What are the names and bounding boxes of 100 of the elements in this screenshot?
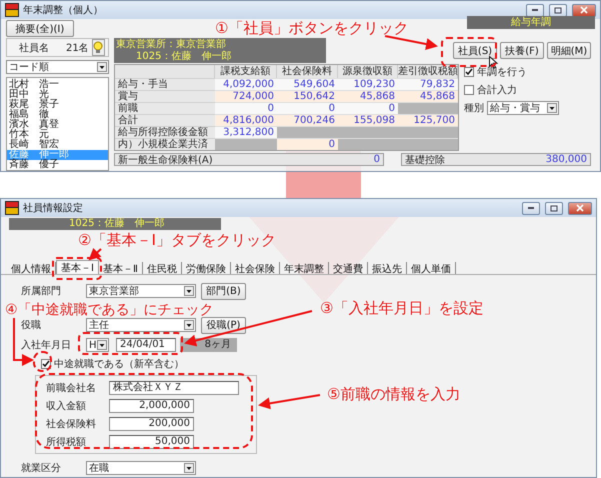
table-cell: 155,098 [338, 114, 398, 126]
table-cell: 0 [277, 138, 338, 150]
table-cell: 4,816,000 [215, 114, 277, 126]
sort-dropdown[interactable]: コード順 [6, 60, 109, 74]
hire-date-label: 入社年月日 [21, 338, 72, 352]
employee-item[interactable]: 濱水 真登 [7, 120, 108, 130]
employee-label: 1025：佐藤 伸一郎 [135, 50, 232, 62]
mid-career-label: 中途就職である（新卒含む） [54, 358, 184, 371]
employment-dropdown[interactable]: 在職 [86, 461, 196, 475]
table-cell: 0 [277, 102, 338, 114]
table-cell: 3,312,800 [215, 126, 277, 138]
office-label: 東京営業所：東京営業部 [115, 38, 227, 50]
tab[interactable]: 交通費 [328, 262, 368, 274]
table-cell: 150,642 [277, 90, 338, 102]
tab[interactable]: 労働保険 [182, 262, 231, 274]
checkbox[interactable] [464, 85, 474, 95]
field-label: 収入金額 [46, 400, 87, 413]
tab[interactable]: 基本－Ⅱ [98, 262, 143, 274]
instruction-note: ⑤前職の情報を入力 [327, 385, 460, 404]
app-icon [5, 3, 19, 17]
hire-date-field[interactable]: 24/04/01 [116, 338, 176, 352]
tab[interactable]: 年末調整 [280, 262, 329, 274]
summary-button[interactable]: 摘要(全)(I) [6, 20, 74, 37]
column-header: 源泉徴収額 [338, 65, 398, 78]
field-label: 社会保険料 [46, 418, 97, 431]
input-field[interactable]: 50,000 [109, 435, 194, 449]
tab[interactable]: 住民税 [142, 262, 182, 274]
maximize-button[interactable] [549, 4, 567, 16]
mode-label: 給与年調 [467, 16, 595, 29]
deduction-label: 新一般生命保険料(A) [118, 154, 213, 166]
action-button[interactable]: 社員(S) [453, 42, 497, 59]
table-cell: 79,832 [398, 78, 458, 90]
employee-count: 21名 [66, 42, 89, 54]
type-label: 種別 [464, 102, 484, 115]
row-label: 給与・手当 [115, 78, 215, 90]
instruction-note: ②「基本－Ⅰ」タブをクリック [78, 231, 276, 250]
pointer-arrow [88, 248, 102, 260]
option-label: 年調を行う [477, 66, 527, 79]
type-dropdown[interactable]: 給与・賞与 [487, 101, 559, 115]
maximize-icon [550, 204, 558, 212]
position-dropdown[interactable]: 主任 [86, 318, 196, 332]
employee-item[interactable]: 竹本 元 [7, 130, 108, 140]
close-icon [580, 6, 588, 14]
table-cell: 45,868 [338, 90, 398, 102]
basic-deduction-value: 380,000 [546, 154, 587, 165]
input-field[interactable]: 200,000 [109, 417, 194, 431]
table-cell: 125,700 [398, 114, 458, 126]
maximize-button[interactable] [545, 202, 563, 214]
table-cell: 700,246 [277, 114, 338, 126]
row-label: 前職 [115, 102, 215, 114]
app-icon [5, 201, 19, 215]
bulb-button[interactable] [92, 39, 105, 56]
tab[interactable]: 基本－Ⅰ [56, 260, 99, 274]
employee-item[interactable]: 田中 光 [7, 90, 108, 100]
table-cell: 724,000 [215, 90, 277, 102]
row-label: 賞与 [115, 90, 215, 102]
department-label: 所属部門 [21, 284, 62, 298]
tab[interactable]: 社会保険 [230, 262, 280, 274]
minimize-button[interactable] [526, 4, 544, 16]
row-label: 給与所得控除後金額 [115, 126, 215, 138]
dashed-highlight [441, 37, 497, 67]
department-dropdown[interactable]: 東京営業部 [86, 284, 196, 298]
table-cell: 549,604 [277, 78, 338, 90]
checkbox[interactable] [41, 359, 51, 369]
option-label: 合計入力 [477, 84, 517, 97]
department-button[interactable]: 部門(B) [201, 282, 246, 300]
window-title: 社員情報設定 [23, 202, 84, 215]
employee-label: 1025：佐藤 伸一郎 [9, 218, 221, 230]
position-button[interactable]: 役職(P) [201, 316, 246, 334]
table-cell: 45,868 [398, 90, 458, 102]
input-field[interactable]: 2,000,000 [109, 399, 194, 413]
employee-item[interactable]: 長崎 智宏 [7, 140, 108, 150]
checkbox[interactable] [464, 67, 474, 77]
employee-item[interactable]: 斉藤 優子 [7, 160, 108, 170]
action-button[interactable]: 扶養(F) [500, 42, 544, 59]
row-label: 合計 [115, 114, 215, 126]
tab[interactable]: 振込先 [368, 262, 407, 274]
dashed-highlight [52, 257, 102, 280]
table-cell: 0 [215, 102, 277, 114]
era-dropdown[interactable]: H [86, 338, 109, 352]
row-label: 内）小規模企業共済 [115, 138, 215, 150]
minimize-icon [531, 8, 539, 12]
basic-deduction-label: 基礎控除 [405, 154, 445, 166]
close-button[interactable] [568, 202, 592, 214]
input-field[interactable]: 株式会社ＸＹＺ [109, 381, 239, 395]
instruction-note: ①「社員」ボタンをクリック [215, 19, 408, 38]
tab[interactable]: 個人単価 [406, 262, 456, 274]
employee-item[interactable]: 福島 徹 [7, 110, 108, 120]
pointer-arrow [258, 394, 320, 410]
table-cell [277, 126, 338, 138]
table-cell: 0 [338, 102, 398, 114]
action-button[interactable]: 明細(M) [547, 42, 591, 59]
position-label: 役職 [21, 318, 42, 332]
employee-item[interactable]: 北村 浩一 [7, 80, 108, 90]
minimize-icon [527, 206, 535, 210]
minimize-button[interactable] [522, 202, 540, 214]
close-button[interactable] [572, 4, 596, 16]
instruction-note: ③「入社年月日」を設定 [320, 299, 484, 318]
employee-item[interactable]: 萩尾 景子 [7, 100, 108, 110]
deduction-value: 0 [374, 154, 380, 165]
